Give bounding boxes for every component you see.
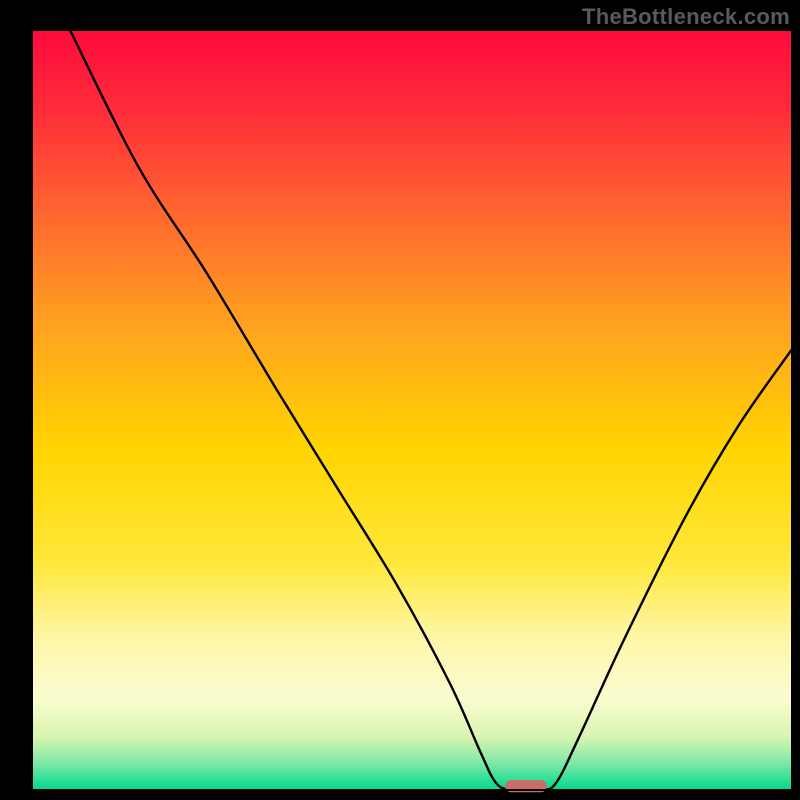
chart-frame: TheBottleneck.com — [0, 0, 800, 800]
bottleneck-chart — [0, 0, 800, 800]
plot-background — [32, 30, 792, 790]
watermark-text: TheBottleneck.com — [582, 4, 790, 30]
